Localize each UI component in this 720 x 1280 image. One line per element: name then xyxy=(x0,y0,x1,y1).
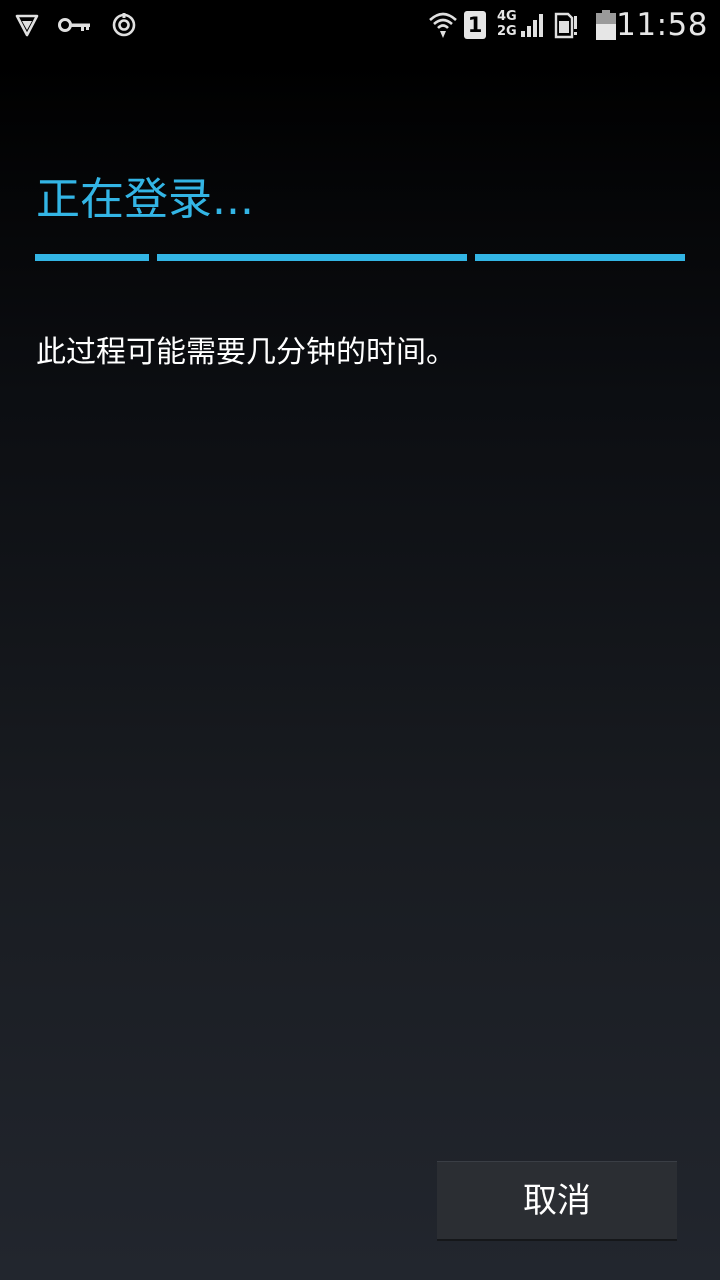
battery-icon xyxy=(594,0,618,50)
indeterminate-progress-bar xyxy=(35,254,685,261)
dialog-message: 此过程可能需要几分钟的时间。 xyxy=(36,335,456,370)
signal-icon xyxy=(519,0,547,50)
wifi-icon xyxy=(427,0,459,50)
network-type-top: 4G xyxy=(497,9,517,24)
progress-segment xyxy=(35,254,149,261)
progress-segment xyxy=(157,254,467,261)
network-type-bottom: 2G xyxy=(497,24,517,39)
cancel-button[interactable]: 取消 xyxy=(437,1161,677,1241)
sim-slot-icon: 1 xyxy=(464,11,486,39)
clock: 11:58 xyxy=(616,7,708,43)
status-bar: 1 4G 2G 11:58 xyxy=(0,0,720,50)
sim-card-icon xyxy=(553,0,579,50)
key-icon xyxy=(58,0,92,50)
shield-icon xyxy=(12,0,42,50)
progress-segment xyxy=(475,254,685,261)
dialog-title: 正在登录... xyxy=(36,174,254,225)
sync-icon xyxy=(110,0,138,50)
network-type-label: 4G 2G xyxy=(497,9,517,39)
